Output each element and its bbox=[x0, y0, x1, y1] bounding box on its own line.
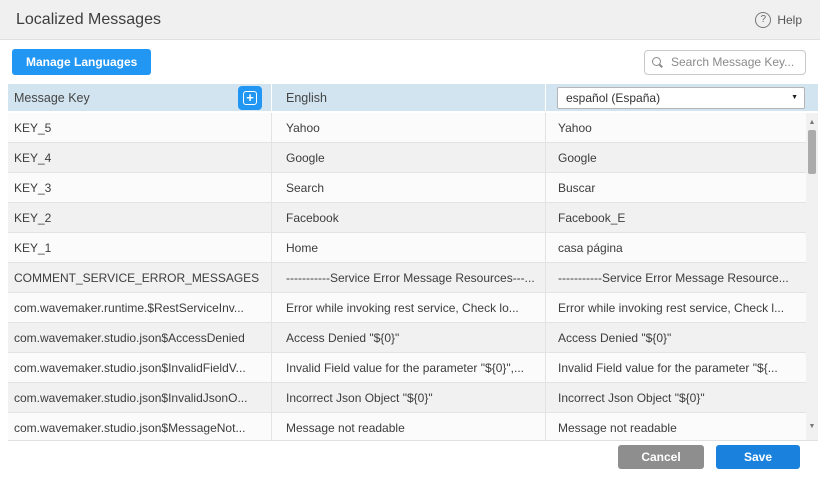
table-row: com.wavemaker.studio.json$MessageNot... … bbox=[8, 413, 806, 441]
messages-table: Message Key + English español (España) ▼… bbox=[8, 84, 818, 441]
language-select-wrap: español (España) ▼ bbox=[557, 87, 805, 109]
translated-message-cell[interactable]: Access Denied "${0}" bbox=[546, 323, 806, 352]
vertical-scrollbar[interactable]: ▲ ▼ bbox=[806, 113, 818, 440]
cancel-button[interactable]: Cancel bbox=[618, 445, 704, 469]
dialog-footer: Cancel Save bbox=[0, 441, 820, 485]
translated-message-cell[interactable]: casa página bbox=[546, 233, 806, 262]
message-key-header-label: Message Key bbox=[14, 91, 90, 105]
dialog-titlebar: Localized Messages ? Help bbox=[0, 0, 820, 40]
table-row: KEY_3 Search Buscar bbox=[8, 173, 806, 203]
message-key-cell[interactable]: KEY_4 bbox=[8, 143, 272, 172]
table-row: KEY_1 Home casa página bbox=[8, 233, 806, 263]
table-rows: KEY_5 Yahoo Yahoo KEY_4 Google Google KE… bbox=[8, 113, 806, 441]
english-message-cell[interactable]: Error while invoking rest service, Check… bbox=[272, 293, 546, 322]
english-message-cell[interactable]: -----------Service Error Message Resourc… bbox=[272, 263, 546, 292]
table-row: com.wavemaker.studio.json$InvalidJsonO..… bbox=[8, 383, 806, 413]
plus-icon: + bbox=[243, 91, 257, 105]
add-message-key-button[interactable]: + bbox=[238, 86, 262, 110]
translated-message-cell[interactable]: -----------Service Error Message Resourc… bbox=[546, 263, 806, 292]
column-header-message-key: Message Key + bbox=[8, 84, 272, 111]
scroll-down-icon[interactable]: ▼ bbox=[806, 420, 818, 432]
english-message-cell[interactable]: Facebook bbox=[272, 203, 546, 232]
message-key-cell[interactable]: com.wavemaker.studio.json$AccessDenied bbox=[8, 323, 272, 352]
english-message-cell[interactable]: Message not readable bbox=[272, 413, 546, 441]
english-message-cell[interactable]: Incorrect Json Object "${0}" bbox=[272, 383, 546, 412]
column-header-language: español (España) ▼ bbox=[546, 84, 818, 111]
scrollbar-thumb[interactable] bbox=[808, 130, 816, 174]
translated-message-cell[interactable]: Incorrect Json Object "${0}" bbox=[546, 383, 806, 412]
help-link[interactable]: ? Help bbox=[755, 12, 802, 28]
message-key-cell[interactable]: COMMENT_SERVICE_ERROR_MESSAGES bbox=[8, 263, 272, 292]
message-key-cell[interactable]: com.wavemaker.studio.json$InvalidFieldV.… bbox=[8, 353, 272, 382]
table-row: com.wavemaker.studio.json$InvalidFieldV.… bbox=[8, 353, 806, 383]
table-row: KEY_5 Yahoo Yahoo bbox=[8, 113, 806, 143]
message-key-cell[interactable]: com.wavemaker.runtime.$RestServiceInv... bbox=[8, 293, 272, 322]
table-row: COMMENT_SERVICE_ERROR_MESSAGES ---------… bbox=[8, 263, 806, 293]
translated-message-cell[interactable]: Buscar bbox=[546, 173, 806, 202]
translated-message-cell[interactable]: Message not readable bbox=[546, 413, 806, 441]
translated-message-cell[interactable]: Google bbox=[546, 143, 806, 172]
save-button[interactable]: Save bbox=[716, 445, 800, 469]
toolbar: Manage Languages bbox=[0, 40, 820, 84]
message-key-cell[interactable]: KEY_5 bbox=[8, 113, 272, 142]
message-key-cell[interactable]: KEY_3 bbox=[8, 173, 272, 202]
column-header-english: English bbox=[272, 84, 546, 111]
table-row: KEY_4 Google Google bbox=[8, 143, 806, 173]
translated-message-cell[interactable]: Yahoo bbox=[546, 113, 806, 142]
message-key-cell[interactable]: com.wavemaker.studio.json$MessageNot... bbox=[8, 413, 272, 441]
help-label: Help bbox=[777, 13, 802, 27]
message-key-cell[interactable]: KEY_2 bbox=[8, 203, 272, 232]
english-header-label: English bbox=[286, 91, 327, 105]
search-input[interactable] bbox=[644, 50, 806, 75]
table-row: com.wavemaker.runtime.$RestServiceInv...… bbox=[8, 293, 806, 323]
english-message-cell[interactable]: Yahoo bbox=[272, 113, 546, 142]
table-header: Message Key + English español (España) ▼ bbox=[8, 84, 818, 113]
table-body: KEY_5 Yahoo Yahoo KEY_4 Google Google KE… bbox=[8, 113, 818, 441]
search-box bbox=[644, 50, 806, 75]
translated-message-cell[interactable]: Error while invoking rest service, Check… bbox=[546, 293, 806, 322]
message-key-cell[interactable]: KEY_1 bbox=[8, 233, 272, 262]
table-row: KEY_2 Facebook Facebook_E bbox=[8, 203, 806, 233]
page-title: Localized Messages bbox=[16, 11, 161, 29]
translated-message-cell[interactable]: Invalid Field value for the parameter "$… bbox=[546, 353, 806, 382]
search-icon bbox=[652, 57, 661, 66]
message-key-cell[interactable]: com.wavemaker.studio.json$InvalidJsonO..… bbox=[8, 383, 272, 412]
english-message-cell[interactable]: Invalid Field value for the parameter "$… bbox=[272, 353, 546, 382]
table-row: com.wavemaker.studio.json$AccessDenied A… bbox=[8, 323, 806, 353]
scroll-up-icon[interactable]: ▲ bbox=[806, 116, 818, 128]
manage-languages-button[interactable]: Manage Languages bbox=[12, 49, 151, 75]
english-message-cell[interactable]: Home bbox=[272, 233, 546, 262]
help-icon: ? bbox=[755, 12, 771, 28]
english-message-cell[interactable]: Search bbox=[272, 173, 546, 202]
english-message-cell[interactable]: Google bbox=[272, 143, 546, 172]
language-select[interactable]: español (España) bbox=[557, 87, 805, 109]
translated-message-cell[interactable]: Facebook_E bbox=[546, 203, 806, 232]
english-message-cell[interactable]: Access Denied "${0}" bbox=[272, 323, 546, 352]
